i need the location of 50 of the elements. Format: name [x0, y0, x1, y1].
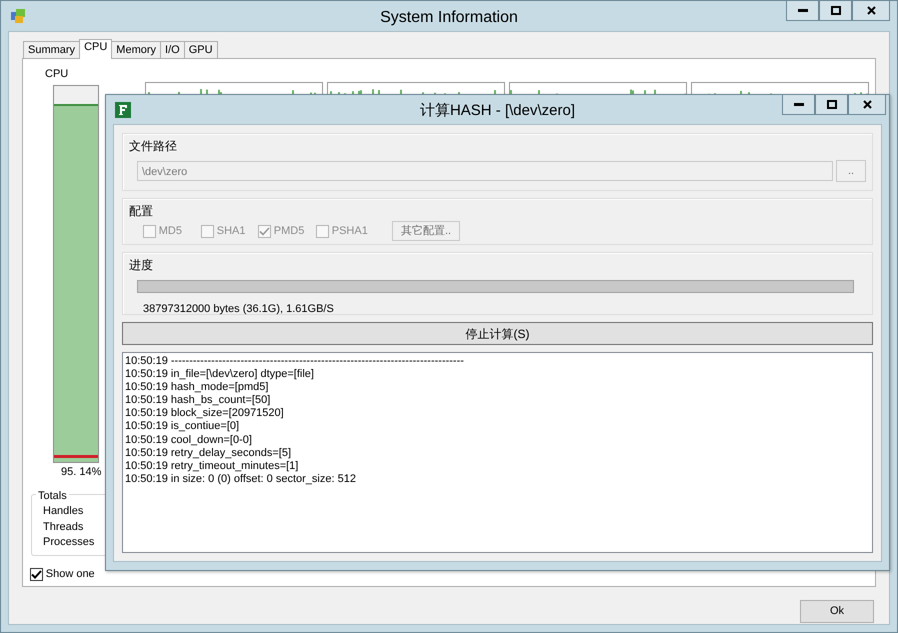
group-title: 配置 [129, 203, 154, 219]
totals-label: Processes [43, 535, 94, 550]
tab[interactable]: GPU [184, 41, 218, 58]
maximize-icon [830, 6, 840, 15]
group-title: 进度 [129, 257, 154, 273]
log-line: 10:50:19 retry_delay_seconds=[5] [125, 446, 292, 460]
dialog-title: 计算HASH - [\dev\zero] [420, 101, 576, 121]
check-icon [259, 226, 270, 236]
totals-label: Threads [43, 520, 84, 534]
log-line: 10:50:19 hash_bs_count=[50] [125, 394, 270, 408]
close-icon [862, 100, 872, 109]
maximize-button[interactable] [815, 95, 848, 115]
close-button[interactable] [848, 95, 886, 115]
checkbox-label: MD5 [158, 224, 182, 239]
totals-label: Handles [43, 504, 84, 519]
app-icon [10, 8, 26, 24]
tab[interactable]: Summary [23, 41, 80, 58]
log-line: 10:50:19 in size: 0 (0) offset: 0 sector_size: 512 [125, 472, 356, 486]
tab[interactable]: Memory [111, 41, 162, 58]
minimize-icon [798, 8, 808, 12]
log-line: 10:50:19 in_file=[\dev\zero] dtype=[file] [125, 368, 314, 382]
log-line: 10:50:19 is_contiue=[0] [125, 420, 240, 434]
settings-button[interactable]: 其它配置.. [392, 221, 460, 241]
log-line: 10:50:19 -------------------------------------------------------------------------------- [125, 355, 464, 368]
minimize-button[interactable] [782, 95, 815, 115]
ok-button[interactable]: Ok [800, 600, 874, 623]
maximize-button[interactable] [819, 1, 852, 21]
cpu-percent: 95. 14% [61, 464, 102, 480]
close-icon [866, 6, 876, 15]
minimize-icon [794, 102, 804, 106]
stop-button[interactable]: 停止计算(S) [122, 322, 873, 345]
minimize-button[interactable] [786, 1, 819, 21]
window-title: System Information [380, 8, 518, 28]
group-title: 文件路径 [129, 138, 178, 154]
check-icon [31, 570, 42, 579]
tab[interactable]: CPU [79, 39, 112, 59]
checkbox[interactable] [30, 568, 43, 581]
maximize-icon [826, 100, 836, 109]
checkbox-label: PSHA1 [332, 224, 368, 239]
log-line: 10:50:19 cool_down=[0-0] [125, 434, 252, 447]
cpu-label: CPU [45, 67, 70, 82]
checkbox-label: PMD5 [274, 224, 304, 239]
progress-status: 38797312000 bytes (36.1G), 1.61GB/S [143, 302, 334, 317]
log-line: 10:50:19 hash_mode=[pmd5] [125, 381, 268, 394]
log-line: 10:50:19 block_size=[20971520] [125, 407, 284, 420]
close-button[interactable] [852, 1, 890, 21]
app-icon [115, 102, 131, 118]
checkbox-label: SHA1 [216, 224, 246, 239]
log-line: 10:50:19 retry_timeout_minutes=[1] [125, 460, 298, 473]
checkbox-label: Show one [46, 567, 95, 582]
